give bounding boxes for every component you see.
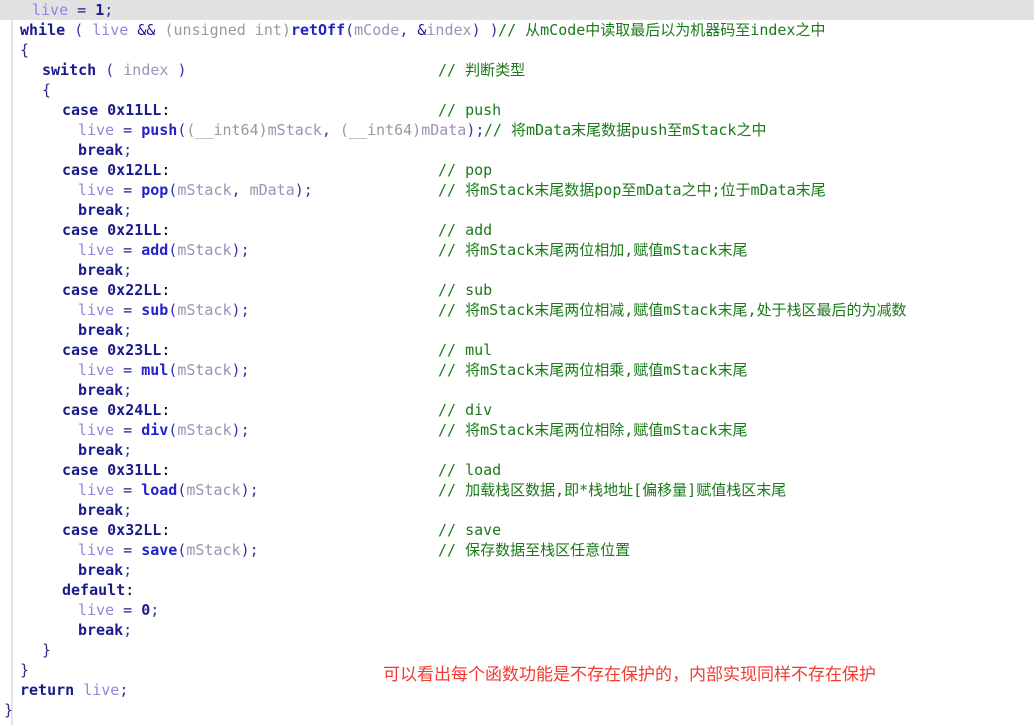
code-line[interactable]: { — [0, 80, 1034, 100]
code-token-run: case 0x31LL: — [62, 461, 171, 479]
code-comment: // 加载栈区数据,即*栈地址[偏移量]赋值栈区末尾 — [438, 481, 787, 499]
code-comment: // 从mCode中读取最后以为机器码至index之中 — [498, 21, 826, 39]
code-comment: // 将mStack末尾数据pop至mData之中;位于mData末尾 — [438, 181, 826, 199]
code-line[interactable]: case 0x22LL: // sub — [0, 280, 1034, 300]
code-line[interactable]: break; — [0, 500, 1034, 520]
code-token-run: break; — [78, 441, 133, 459]
code-line[interactable]: live = add(mStack); // 将mStack末尾两位相加,赋值mS… — [0, 240, 1034, 260]
code-token-run: live = save(mStack); — [78, 541, 259, 559]
code-token-run: case 0x21LL: — [62, 221, 171, 239]
code-line[interactable]: live = save(mStack); // 保存数据至栈区任意位置 — [0, 540, 1034, 560]
code-token-run: live = sub(mStack); — [78, 301, 250, 319]
code-line[interactable]: break; — [0, 620, 1034, 640]
code-comment: // push — [438, 101, 502, 119]
code-token-run: break; — [78, 141, 133, 159]
code-comment: // 判断类型 — [438, 61, 526, 79]
code-token-run: live = mul(mStack); — [78, 361, 250, 379]
code-token-run: live = 1; — [32, 1, 114, 19]
code-comment: // save — [438, 521, 502, 539]
code-token-run: { — [20, 41, 30, 59]
code-line[interactable]: live = pop(mStack, mData); // 将mStack末尾数据… — [0, 180, 1034, 200]
code-line[interactable]: live = 0; — [0, 600, 1034, 620]
red-annotation-text: 可以看出每个函数功能是不存在保护的，内部实现同样不存在保护 — [383, 665, 876, 685]
code-token-run: case 0x23LL: — [62, 341, 171, 359]
code-token-run: break; — [78, 501, 133, 519]
code-token-run: live = push((__int64)mStack, (__int64)mD… — [78, 121, 485, 139]
code-token-run: default: — [62, 581, 135, 599]
code-line[interactable]: live = push((__int64)mStack, (__int64)mD… — [0, 120, 1034, 140]
code-line[interactable]: break; — [0, 380, 1034, 400]
code-line[interactable]: break; — [0, 440, 1034, 460]
code-token-run: break; — [78, 381, 133, 399]
code-line[interactable]: break; — [0, 140, 1034, 160]
code-line[interactable]: { — [0, 40, 1034, 60]
code-token-run: switch ( index ) — [42, 61, 187, 79]
code-line[interactable]: while ( live && (unsigned int)retOff(mCo… — [0, 20, 1034, 40]
code-token-run: case 0x22LL: — [62, 281, 171, 299]
code-comment: // 将mData末尾数据push至mStack之中 — [483, 121, 767, 139]
code-line[interactable]: case 0x32LL: // save — [0, 520, 1034, 540]
code-line[interactable]: live = load(mStack); // 加载栈区数据,即*栈地址[偏移量]… — [0, 480, 1034, 500]
code-line[interactable]: case 0x31LL: // load — [0, 460, 1034, 480]
code-token-run: case 0x32LL: — [62, 521, 171, 539]
code-token-run: live = pop(mStack, mData); — [78, 181, 313, 199]
code-line[interactable]: } — [0, 700, 1034, 720]
code-token-run: } — [42, 641, 52, 659]
code-token-run: case 0x11LL: — [62, 101, 171, 119]
code-comment: // 保存数据至栈区任意位置 — [438, 541, 631, 559]
code-line[interactable]: case 0x12LL: // pop — [0, 160, 1034, 180]
code-view[interactable]: live = 1; while ( live && (unsigned int)r… — [0, 0, 1034, 725]
code-comment: // 将mStack末尾两位相加,赋值mStack末尾 — [438, 241, 748, 259]
code-token-run: live = add(mStack); — [78, 241, 250, 259]
code-token-run: live = load(mStack); — [78, 481, 259, 499]
code-line[interactable]: switch ( index ) // 判断类型 — [0, 60, 1034, 80]
code-token-run: live = 0; — [78, 601, 160, 619]
code-token-run: } — [4, 701, 14, 719]
code-token-run: break; — [78, 561, 133, 579]
code-line[interactable]: break; — [0, 200, 1034, 220]
code-line[interactable]: case 0x23LL: // mul — [0, 340, 1034, 360]
code-line[interactable]: live = sub(mStack); // 将mStack末尾两位相减,赋值mS… — [0, 300, 1034, 320]
code-token-run: { — [42, 81, 52, 99]
code-lines-container: live = 1; while ( live && (unsigned int)r… — [0, 0, 1034, 720]
code-comment: // pop — [438, 161, 493, 179]
code-line[interactable]: live = 1; — [0, 0, 1034, 20]
code-comment: // load — [438, 461, 502, 479]
code-token-run: case 0x12LL: — [62, 161, 171, 179]
code-comment: // 将mStack末尾两位相除,赋值mStack末尾 — [438, 421, 748, 439]
code-line[interactable]: case 0x24LL: // div — [0, 400, 1034, 420]
code-line[interactable]: default: — [0, 580, 1034, 600]
code-line[interactable]: break; — [0, 260, 1034, 280]
code-token-run: return live; — [20, 681, 129, 699]
code-comment: // 将mStack末尾两位相减,赋值mStack末尾,处于栈区最后的为减数 — [438, 301, 907, 319]
code-comment: // mul — [438, 341, 493, 359]
code-line[interactable]: case 0x11LL: // push — [0, 100, 1034, 120]
code-token-run: break; — [78, 621, 133, 639]
code-line[interactable]: } — [0, 640, 1034, 660]
code-line[interactable]: break; — [0, 560, 1034, 580]
code-line[interactable]: case 0x21LL: // add — [0, 220, 1034, 240]
code-token-run: } — [20, 661, 30, 679]
code-token-run: case 0x24LL: — [62, 401, 171, 419]
code-token-run: break; — [78, 261, 133, 279]
code-comment: // div — [438, 401, 493, 419]
code-token-run: break; — [78, 321, 133, 339]
code-line[interactable]: live = div(mStack); // 将mStack末尾两位相除,赋值mS… — [0, 420, 1034, 440]
code-token-run: live = div(mStack); — [78, 421, 250, 439]
code-token-run: while ( live && (unsigned int)retOff(mCo… — [20, 21, 499, 39]
code-comment: // add — [438, 221, 493, 239]
code-line[interactable]: break; — [0, 320, 1034, 340]
code-token-run: break; — [78, 201, 133, 219]
code-line[interactable]: live = mul(mStack); // 将mStack末尾两位相乘,赋值mS… — [0, 360, 1034, 380]
code-comment: // 将mStack末尾两位相乘,赋值mStack末尾 — [438, 361, 748, 379]
code-comment: // sub — [438, 281, 493, 299]
